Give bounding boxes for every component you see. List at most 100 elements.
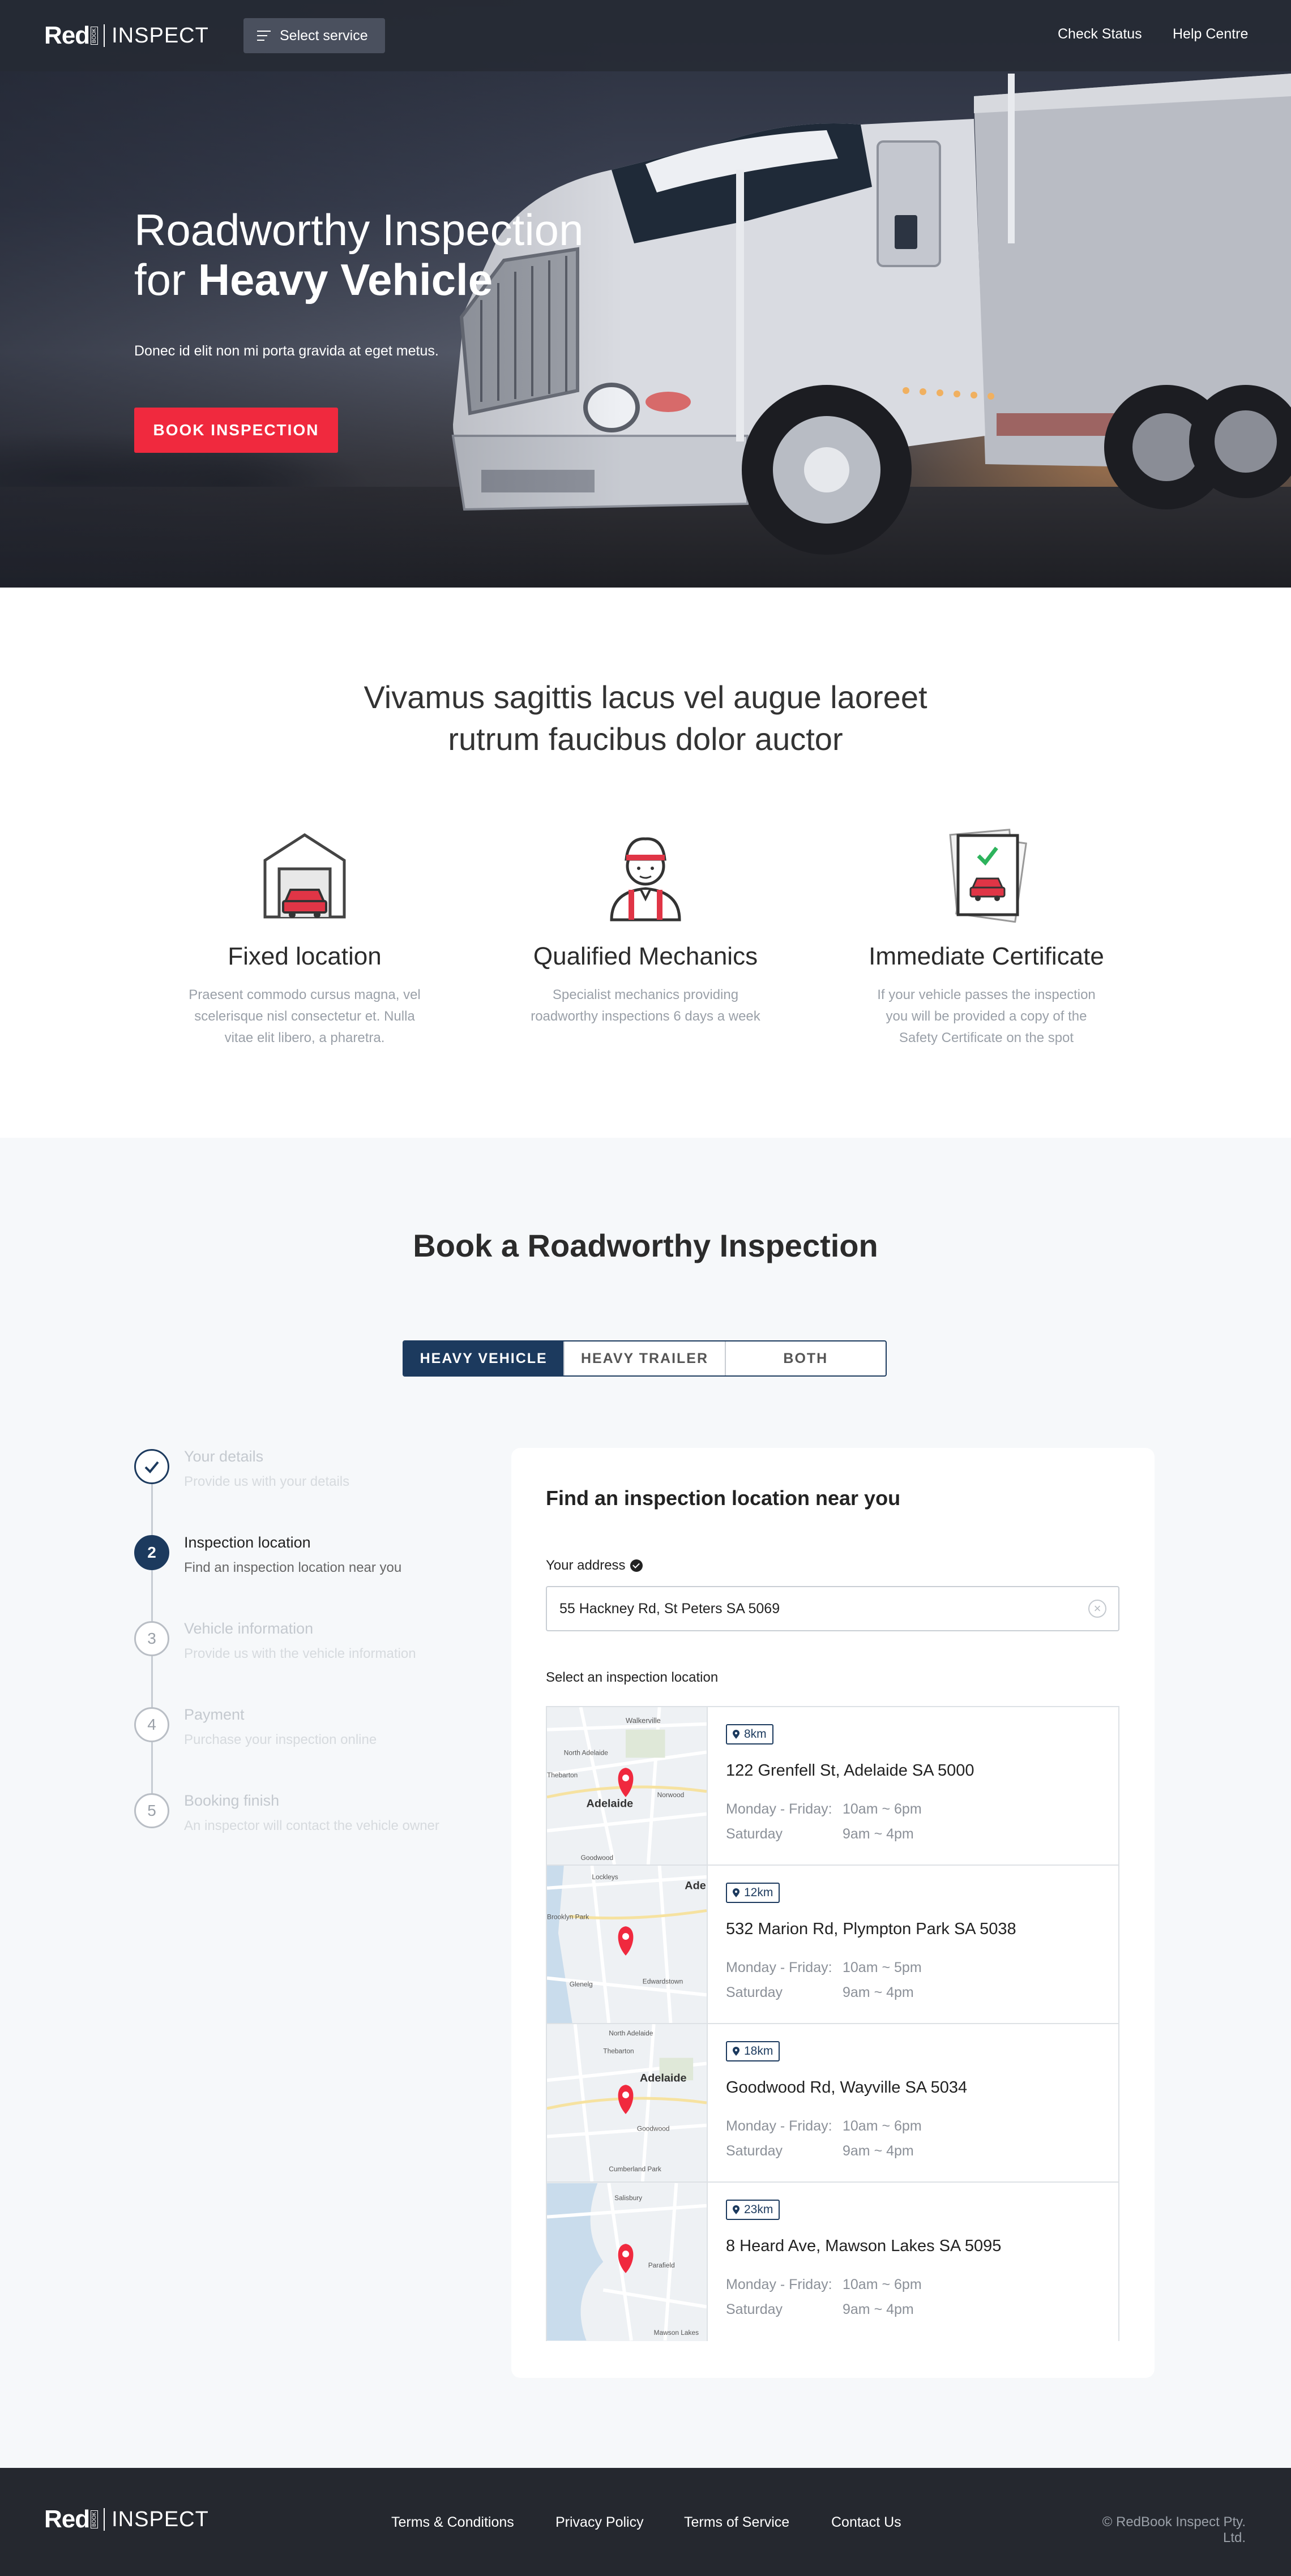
map-label: Cumberland Park	[609, 2165, 661, 2173]
step-title: Booking finish	[184, 1792, 280, 1809]
logo-inspect: INSPECT	[112, 2507, 209, 2531]
map-thumbnail: Walkerville North Adelaide Thebarton Ade…	[547, 1707, 708, 1865]
distance-badge: 18km	[726, 2041, 780, 2061]
feature-fixed-location: Fixed location Praesent commodo cursus m…	[169, 826, 441, 1049]
booking-title: Book a Roadworthy Inspection	[413, 1228, 878, 1263]
pin-icon	[733, 1888, 739, 1897]
hero-title: Roadworthy Inspection for Heavy Vehicle	[134, 205, 583, 305]
pin-icon	[733, 2205, 739, 2214]
map-label: Thebarton	[547, 1771, 578, 1779]
step-number: 4	[134, 1707, 169, 1742]
pin-icon	[733, 2047, 739, 2056]
hours-value: 10am ~ 6pm	[843, 1801, 922, 1817]
step-desc: Provide us with your details	[184, 1474, 350, 1489]
step-title: Vehicle information	[184, 1620, 314, 1637]
footer-privacy-policy[interactable]: Privacy Policy	[555, 2514, 644, 2531]
map-label: Lockleys	[592, 1873, 618, 1881]
map-thumbnail: North Adelaide Thebarton Adelaide Goodwo…	[547, 2024, 708, 2181]
step-title: Payment	[184, 1706, 245, 1723]
map-label: Walkerville	[626, 1716, 661, 1725]
select-location-label: Select an inspection location	[546, 1670, 719, 1685]
distance-badge: 12km	[726, 1883, 780, 1903]
location-item[interactable]: Ade Lockleys Brooklyn Park Glenelg Edwar…	[547, 1866, 1118, 2024]
step-number: 3	[134, 1621, 169, 1656]
menu-icon	[257, 31, 271, 41]
location-address: Goodwood Rd, Wayville SA 5034	[726, 2078, 968, 2097]
nav-help-centre[interactable]: Help Centre	[1173, 26, 1248, 42]
logo-inspect: INSPECT	[112, 23, 209, 48]
hours-label: Monday - Friday:	[726, 2277, 832, 2292]
book-inspection-button[interactable]: BOOK INSPECTION	[134, 408, 338, 453]
hero-title-bold: Heavy Vehicle	[198, 255, 493, 305]
certificate-icon	[949, 829, 1027, 923]
hours-label: Saturday	[726, 1826, 783, 1842]
hours-value: 10am ~ 6pm	[843, 2277, 922, 2292]
footer-logo[interactable]: Red BOOK INSPECT	[44, 2505, 209, 2534]
location-item[interactable]: Salisbury Parafield Mawson Lakes 23km 8 …	[547, 2183, 1118, 2341]
hours-label: Saturday	[726, 2301, 783, 2317]
select-service-button[interactable]: Select service	[243, 18, 385, 53]
nav-check-status[interactable]: Check Status	[1058, 26, 1142, 42]
map-label: Ade	[685, 1880, 706, 1892]
tab-heavy-trailer[interactable]: HEAVY TRAILER	[565, 1341, 726, 1375]
features-title-line2: rutrum faucibus dolor auctor	[448, 721, 843, 757]
distance-value: 18km	[744, 2044, 773, 2058]
distance-value: 23km	[744, 2203, 773, 2216]
address-input[interactable]	[546, 1586, 1119, 1631]
location-list: Walkerville North Adelaide Thebarton Ade…	[546, 1706, 1119, 2341]
hours-value: 9am ~ 4pm	[843, 2301, 914, 2317]
address-label: Your address	[546, 1558, 643, 1574]
hours-value: 9am ~ 4pm	[843, 2143, 914, 2159]
map-label: Adelaide	[587, 1798, 634, 1810]
step-number: 2	[134, 1535, 169, 1570]
footer-terms-of-service[interactable]: Terms of Service	[684, 2514, 789, 2531]
distance-value: 12km	[744, 1886, 773, 1899]
hero-title-line1: Roadworthy Inspection	[134, 205, 584, 255]
feature-text: If your vehicle passes the inspection yo…	[877, 987, 1096, 1045]
map-thumbnail: Ade Lockleys Brooklyn Park Glenelg Edwar…	[547, 1866, 708, 2023]
map-label: Edwardstown	[643, 1978, 683, 1986]
step-desc: Purchase your inspection online	[184, 1732, 377, 1747]
hours-value: 9am ~ 4pm	[843, 1826, 914, 1842]
step-title: Inspection location	[184, 1534, 311, 1551]
map-thumbnail: Salisbury Parafield Mawson Lakes	[547, 2183, 708, 2341]
map-label: Thebarton	[603, 2047, 634, 2055]
hours-label: Saturday	[726, 1984, 783, 2000]
step-title: Your details	[184, 1448, 264, 1465]
footer-terms-conditions[interactable]: Terms & Conditions	[391, 2514, 514, 2531]
select-service-label: Select service	[280, 27, 368, 44]
footer-contact-us[interactable]: Contact Us	[831, 2514, 901, 2531]
logo-divider	[104, 2508, 105, 2531]
hero-subtitle: Donec id elit non mi porta gravida at eg…	[134, 343, 439, 359]
tab-heavy-vehicle[interactable]: HEAVY VEHICLE	[404, 1341, 565, 1375]
logo-divider	[104, 24, 105, 47]
feature-text: Praesent commodo cursus magna, vel scele…	[189, 987, 421, 1045]
map-label: North Adelaide	[564, 1748, 608, 1756]
location-item[interactable]: North Adelaide Thebarton Adelaide Goodwo…	[547, 2024, 1118, 2183]
map-label: North Adelaide	[609, 2029, 653, 2037]
hero-section: Red BOOK INSPECT Select service Check St…	[0, 0, 1291, 588]
location-address: 8 Heard Ave, Mawson Lakes SA 5095	[726, 2237, 1002, 2255]
site-logo[interactable]: Red BOOK INSPECT	[44, 22, 209, 50]
hours-value: 9am ~ 4pm	[843, 1984, 914, 2000]
logo-book: BOOK	[91, 2510, 99, 2528]
map-label: Mawson Lakes	[654, 2329, 699, 2337]
map-label: Norwood	[657, 1791, 685, 1799]
map-label: Salisbury	[614, 2194, 642, 2202]
checkmark-icon	[134, 1449, 169, 1484]
logo-book: BOOK	[91, 26, 99, 45]
copyright: © RedBook Inspect Pty. Ltd.	[1102, 2514, 1246, 2545]
distance-badge: 23km	[726, 2200, 780, 2220]
clear-icon[interactable]: ×	[1088, 1600, 1106, 1618]
map-label: Goodwood	[637, 2125, 670, 2133]
tab-both[interactable]: BOTH	[726, 1341, 886, 1375]
hours-label: Monday - Friday:	[726, 1801, 832, 1817]
garage-icon	[263, 833, 346, 919]
hours-label: Monday - Friday:	[726, 1960, 832, 1975]
panel-title: Find an inspection location near you	[546, 1486, 901, 1510]
hours-value: 10am ~ 6pm	[843, 2118, 922, 2134]
distance-value: 8km	[744, 1728, 767, 1741]
distance-badge: 8km	[726, 1724, 773, 1745]
pin-icon	[733, 1730, 739, 1739]
location-item[interactable]: Walkerville North Adelaide Thebarton Ade…	[547, 1707, 1118, 1866]
